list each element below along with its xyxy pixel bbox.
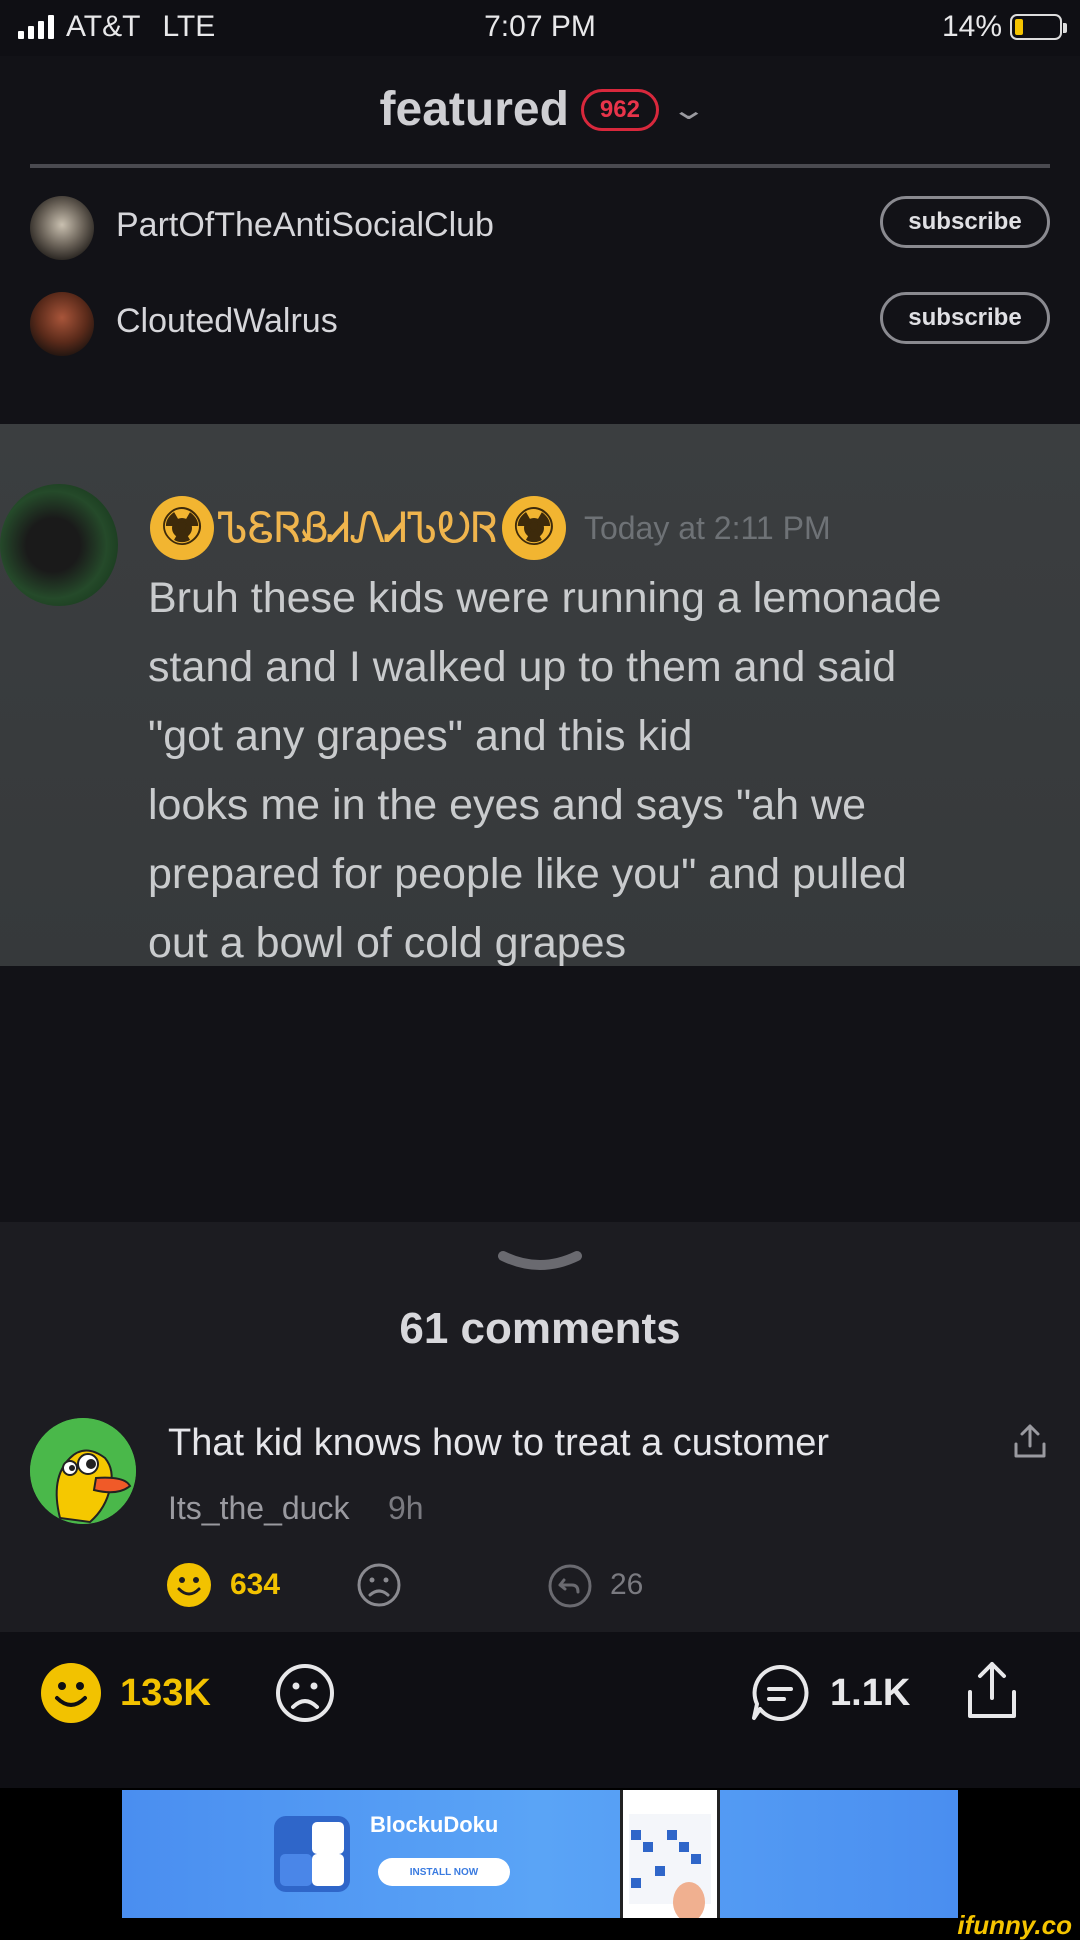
subscribe-button[interactable]: subscribe [880, 196, 1050, 248]
comment-text: That kid knows how to treat a customer [168, 1422, 830, 1464]
ad-bar: BlockuDoku INSTALL NOW [0, 1788, 1080, 1920]
radioactive-icon [150, 496, 214, 560]
unsmile-icon[interactable] [356, 1562, 402, 1608]
post-message-text: Bruh these kids were running a lemonade … [148, 564, 1068, 978]
status-time: 7:07 PM [484, 10, 596, 43]
ifunny-watermark: ifunny.co [957, 1910, 1072, 1940]
post-message-time: Today at 2:11 PM [583, 509, 831, 546]
smile-icon[interactable] [40, 1662, 102, 1724]
blockudoku-logo-icon [274, 1816, 350, 1892]
post-message-line: Bruh these kids were running a lemonade [148, 574, 942, 622]
post-spacer [0, 966, 1080, 1222]
post-message-line: stand and I walked up to them and said [148, 643, 897, 691]
duck-icon [30, 1418, 136, 1524]
post-message-author: ᏖᏋᏒᏰᏗᏁᏗᏖᎧᏒ [218, 503, 498, 551]
comment-count: 1.1K [830, 1672, 911, 1714]
comment-icon[interactable] [748, 1662, 812, 1724]
avatar[interactable] [30, 292, 94, 356]
post-message-line: prepared for people like you" and pulled [148, 850, 907, 898]
radioactive-icon [501, 496, 566, 560]
comments-count-title: 61 comments [399, 1304, 681, 1353]
game-board-icon [629, 1814, 711, 1918]
feed-selector[interactable]: featured 962 ⌄ [0, 82, 1080, 137]
author-row: CloutedWalrus subscribe [0, 272, 1080, 368]
feed-header: featured 962 ⌄ [0, 56, 1080, 168]
comments-panel: 61 comments That kid knows how to treat … [0, 1222, 1080, 1632]
comment-reply-count: 26 [610, 1568, 644, 1601]
status-right: 14% [941, 10, 1067, 44]
author-name[interactable]: PartOfTheAntiSocialClub [116, 206, 494, 245]
post-authors: PartOfTheAntiSocialClub subscribe Cloute… [0, 168, 1080, 424]
unsmile-icon[interactable] [274, 1662, 336, 1724]
ad-game-preview [620, 1790, 720, 1918]
battery-percent: 14% [941, 10, 1002, 43]
post-message-line: "got any grapes" and this kid [148, 712, 693, 760]
battery-icon [1010, 14, 1067, 40]
ad-app-name: BlockuDoku [370, 1812, 499, 1837]
footer: ifunny.co [0, 1910, 1080, 1940]
comment-actions: 634 26 [166, 1560, 766, 1610]
ad-install-button[interactable]: INSTALL NOW [378, 1858, 510, 1886]
smile-count: 133K [120, 1672, 211, 1714]
feed-title[interactable]: featured [380, 82, 569, 137]
ad-banner[interactable]: BlockuDoku INSTALL NOW [122, 1790, 958, 1918]
post-image[interactable]: ᏖᏋᏒᏰᏗᏁᏗᏖᎧᏒ Today at 2:11 PM Bruh these k… [0, 424, 1080, 967]
chevron-down-icon[interactable]: ⌄ [670, 93, 708, 126]
comment-smile-count: 634 [230, 1568, 281, 1601]
comment-author[interactable]: Its_the_duck [168, 1490, 349, 1527]
post-author-avatar [0, 484, 118, 606]
author-row: PartOfTheAntiSocialClub subscribe [0, 176, 1080, 272]
post-message-header: ᏖᏋᏒᏰᏗᏁᏗᏖᎧᏒ Today at 2:11 PM [150, 496, 831, 560]
avatar[interactable] [30, 196, 94, 260]
subscribe-button[interactable]: subscribe [880, 292, 1050, 344]
reply-icon[interactable] [546, 1562, 594, 1610]
feed-count-badge: 962 [580, 88, 659, 131]
status-bar: AT&T LTE 7:07 PM 14% [0, 0, 1080, 56]
pull-handle-icon[interactable] [497, 1250, 583, 1272]
comment-age: 9h [388, 1490, 424, 1526]
share-icon[interactable] [964, 1658, 1020, 1722]
author-name[interactable]: CloutedWalrus [116, 302, 338, 341]
share-icon[interactable] [1012, 1422, 1048, 1462]
smile-icon[interactable] [166, 1562, 212, 1608]
avatar[interactable] [30, 1418, 136, 1524]
post-message-line: looks me in the eyes and says "ah we [148, 781, 866, 829]
post-action-bar: 133K 1.1K [0, 1632, 1080, 1788]
